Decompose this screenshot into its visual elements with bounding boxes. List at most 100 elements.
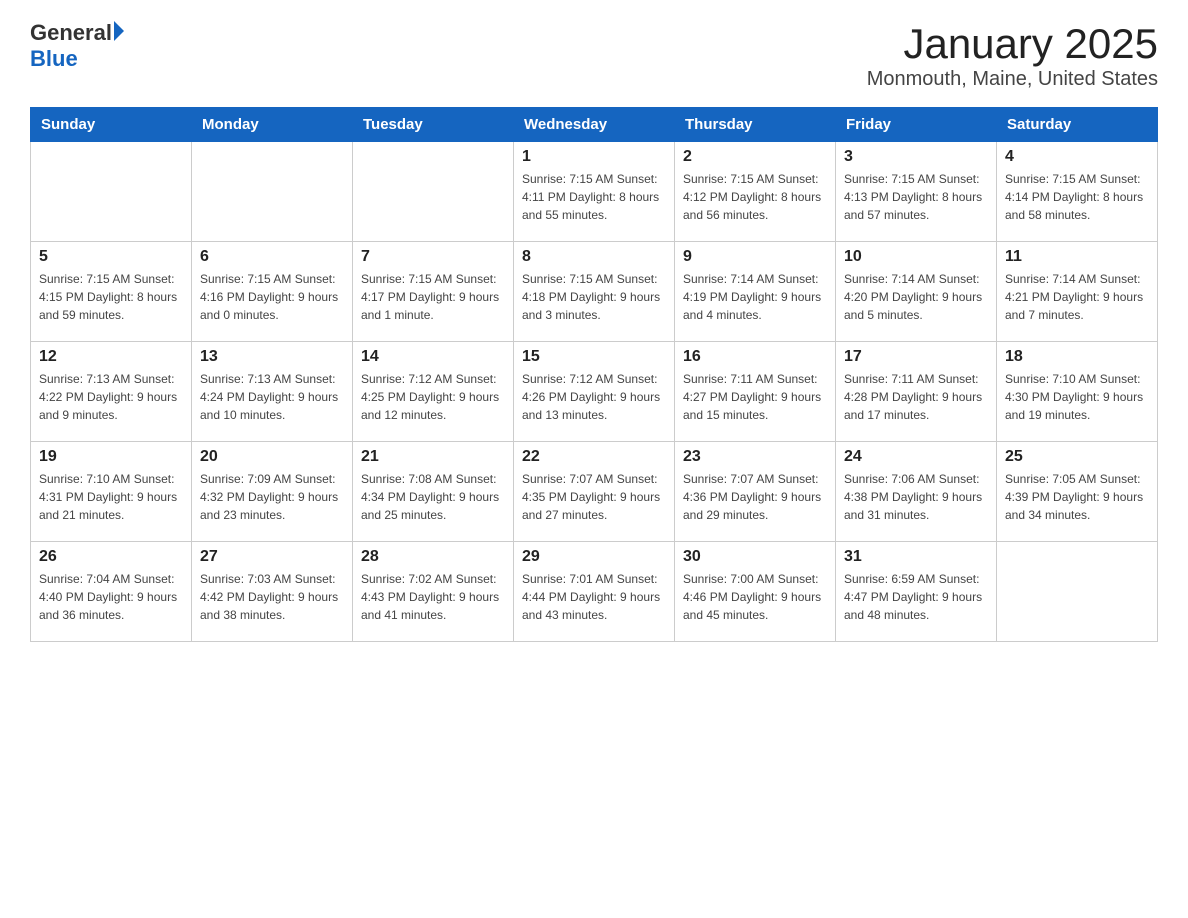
day-number: 25 bbox=[1005, 448, 1149, 466]
day-info: Sunrise: 7:14 AM Sunset: 4:21 PM Dayligh… bbox=[1005, 270, 1149, 324]
day-info: Sunrise: 7:04 AM Sunset: 4:40 PM Dayligh… bbox=[39, 570, 183, 624]
calendar-cell bbox=[31, 142, 192, 242]
day-number: 4 bbox=[1005, 148, 1149, 166]
calendar-cell: 17 Sunrise: 7:11 AM Sunset: 4:28 PM Dayli… bbox=[836, 342, 997, 442]
day-info: Sunrise: 7:01 AM Sunset: 4:44 PM Dayligh… bbox=[522, 570, 666, 624]
calendar-cell: 4 Sunrise: 7:15 AM Sunset: 4:14 PM Daylig… bbox=[997, 142, 1158, 242]
day-info: Sunrise: 7:07 AM Sunset: 4:35 PM Dayligh… bbox=[522, 470, 666, 524]
day-info: Sunrise: 7:15 AM Sunset: 4:15 PM Dayligh… bbox=[39, 270, 183, 324]
logo: General Blue bbox=[30, 20, 124, 72]
logo-arrow-icon bbox=[114, 21, 124, 41]
calendar-cell: 9 Sunrise: 7:14 AM Sunset: 4:19 PM Daylig… bbox=[675, 242, 836, 342]
calendar-cell: 22 Sunrise: 7:07 AM Sunset: 4:35 PM Dayli… bbox=[514, 442, 675, 542]
day-info: Sunrise: 7:05 AM Sunset: 4:39 PM Dayligh… bbox=[1005, 470, 1149, 524]
day-info: Sunrise: 7:15 AM Sunset: 4:16 PM Dayligh… bbox=[200, 270, 344, 324]
calendar-cell: 16Sunrise: 7:11 AM Sunset: 4:27 PM Dayli… bbox=[675, 342, 836, 442]
calendar-cell: 29 Sunrise: 7:01 AM Sunset: 4:44 PM Dayli… bbox=[514, 542, 675, 642]
calendar-cell: 15 Sunrise: 7:12 AM Sunset: 4:26 PM Dayli… bbox=[514, 342, 675, 442]
day-info: Sunrise: 6:59 AM Sunset: 4:47 PM Dayligh… bbox=[844, 570, 988, 624]
day-number: 5 bbox=[39, 248, 183, 266]
calendar-cell: 23 Sunrise: 7:07 AM Sunset: 4:36 PM Dayli… bbox=[675, 442, 836, 542]
day-info: Sunrise: 7:14 AM Sunset: 4:19 PM Dayligh… bbox=[683, 270, 827, 324]
page-header: General Blue January 2025 Monmouth, Main… bbox=[30, 20, 1158, 91]
calendar-cell: 18Sunrise: 7:10 AM Sunset: 4:30 PM Dayli… bbox=[997, 342, 1158, 442]
day-info: Sunrise: 7:00 AM Sunset: 4:46 PM Dayligh… bbox=[683, 570, 827, 624]
day-number: 26 bbox=[39, 548, 183, 566]
day-info: Sunrise: 7:13 AM Sunset: 4:22 PM Dayligh… bbox=[39, 370, 183, 424]
calendar-subtitle: Monmouth, Maine, United States bbox=[867, 68, 1158, 91]
day-info: Sunrise: 7:15 AM Sunset: 4:17 PM Dayligh… bbox=[361, 270, 505, 324]
day-number: 11 bbox=[1005, 248, 1149, 266]
calendar-cell: 10 Sunrise: 7:14 AM Sunset: 4:20 PM Dayli… bbox=[836, 242, 997, 342]
day-info: Sunrise: 7:06 AM Sunset: 4:38 PM Dayligh… bbox=[844, 470, 988, 524]
header-monday: Monday bbox=[192, 108, 353, 142]
calendar-cell bbox=[353, 142, 514, 242]
calendar-cell bbox=[192, 142, 353, 242]
calendar-cell: 21Sunrise: 7:08 AM Sunset: 4:34 PM Dayli… bbox=[353, 442, 514, 542]
calendar-cell: 20Sunrise: 7:09 AM Sunset: 4:32 PM Dayli… bbox=[192, 442, 353, 542]
calendar-cell: 30Sunrise: 7:00 AM Sunset: 4:46 PM Dayli… bbox=[675, 542, 836, 642]
calendar-cell: 31Sunrise: 6:59 AM Sunset: 4:47 PM Dayli… bbox=[836, 542, 997, 642]
calendar-cell: 8 Sunrise: 7:15 AM Sunset: 4:18 PM Daylig… bbox=[514, 242, 675, 342]
calendar-table: SundayMondayTuesdayWednesdayThursdayFrid… bbox=[30, 107, 1158, 642]
day-number: 10 bbox=[844, 248, 988, 266]
day-info: Sunrise: 7:11 AM Sunset: 4:28 PM Dayligh… bbox=[844, 370, 988, 424]
calendar-cell: 5 Sunrise: 7:15 AM Sunset: 4:15 PM Daylig… bbox=[31, 242, 192, 342]
day-number: 23 bbox=[683, 448, 827, 466]
calendar-cell: 13 Sunrise: 7:13 AM Sunset: 4:24 PM Dayli… bbox=[192, 342, 353, 442]
day-number: 27 bbox=[200, 548, 344, 566]
logo-general-text: General bbox=[30, 20, 112, 46]
day-number: 28 bbox=[361, 548, 505, 566]
header-saturday: Saturday bbox=[997, 108, 1158, 142]
day-number: 1 bbox=[522, 148, 666, 166]
day-info: Sunrise: 7:07 AM Sunset: 4:36 PM Dayligh… bbox=[683, 470, 827, 524]
calendar-cell: 3 Sunrise: 7:15 AM Sunset: 4:13 PM Daylig… bbox=[836, 142, 997, 242]
calendar-cell: 28 Sunrise: 7:02 AM Sunset: 4:43 PM Dayli… bbox=[353, 542, 514, 642]
day-number: 13 bbox=[200, 348, 344, 366]
day-number: 18 bbox=[1005, 348, 1149, 366]
calendar-cell: 7 Sunrise: 7:15 AM Sunset: 4:17 PM Daylig… bbox=[353, 242, 514, 342]
calendar-cell: 25 Sunrise: 7:05 AM Sunset: 4:39 PM Dayli… bbox=[997, 442, 1158, 542]
day-info: Sunrise: 7:03 AM Sunset: 4:42 PM Dayligh… bbox=[200, 570, 344, 624]
day-info: Sunrise: 7:15 AM Sunset: 4:18 PM Dayligh… bbox=[522, 270, 666, 324]
day-info: Sunrise: 7:12 AM Sunset: 4:25 PM Dayligh… bbox=[361, 370, 505, 424]
calendar-cell: 2Sunrise: 7:15 AM Sunset: 4:12 PM Daylig… bbox=[675, 142, 836, 242]
calendar-header-row: SundayMondayTuesdayWednesdayThursdayFrid… bbox=[31, 108, 1158, 142]
calendar-week-row: 19Sunrise: 7:10 AM Sunset: 4:31 PM Dayli… bbox=[31, 442, 1158, 542]
title-area: January 2025 Monmouth, Maine, United Sta… bbox=[867, 20, 1158, 91]
day-number: 9 bbox=[683, 248, 827, 266]
day-info: Sunrise: 7:12 AM Sunset: 4:26 PM Dayligh… bbox=[522, 370, 666, 424]
day-number: 7 bbox=[361, 248, 505, 266]
day-number: 8 bbox=[522, 248, 666, 266]
day-info: Sunrise: 7:15 AM Sunset: 4:12 PM Dayligh… bbox=[683, 170, 827, 224]
day-info: Sunrise: 7:15 AM Sunset: 4:11 PM Dayligh… bbox=[522, 170, 666, 224]
header-sunday: Sunday bbox=[31, 108, 192, 142]
day-number: 15 bbox=[522, 348, 666, 366]
day-number: 12 bbox=[39, 348, 183, 366]
day-info: Sunrise: 7:13 AM Sunset: 4:24 PM Dayligh… bbox=[200, 370, 344, 424]
header-thursday: Thursday bbox=[675, 108, 836, 142]
day-info: Sunrise: 7:14 AM Sunset: 4:20 PM Dayligh… bbox=[844, 270, 988, 324]
calendar-cell: 12 Sunrise: 7:13 AM Sunset: 4:22 PM Dayli… bbox=[31, 342, 192, 442]
day-number: 16 bbox=[683, 348, 827, 366]
calendar-cell bbox=[997, 542, 1158, 642]
day-number: 24 bbox=[844, 448, 988, 466]
day-info: Sunrise: 7:02 AM Sunset: 4:43 PM Dayligh… bbox=[361, 570, 505, 624]
calendar-title: January 2025 bbox=[867, 20, 1158, 68]
day-info: Sunrise: 7:15 AM Sunset: 4:13 PM Dayligh… bbox=[844, 170, 988, 224]
day-number: 3 bbox=[844, 148, 988, 166]
day-info: Sunrise: 7:10 AM Sunset: 4:31 PM Dayligh… bbox=[39, 470, 183, 524]
calendar-cell: 27 Sunrise: 7:03 AM Sunset: 4:42 PM Dayli… bbox=[192, 542, 353, 642]
day-info: Sunrise: 7:15 AM Sunset: 4:14 PM Dayligh… bbox=[1005, 170, 1149, 224]
calendar-cell: 19Sunrise: 7:10 AM Sunset: 4:31 PM Dayli… bbox=[31, 442, 192, 542]
day-number: 17 bbox=[844, 348, 988, 366]
calendar-week-row: 1 Sunrise: 7:15 AM Sunset: 4:11 PM Daylig… bbox=[31, 142, 1158, 242]
day-number: 14 bbox=[361, 348, 505, 366]
day-number: 20 bbox=[200, 448, 344, 466]
calendar-cell: 6Sunrise: 7:15 AM Sunset: 4:16 PM Daylig… bbox=[192, 242, 353, 342]
day-number: 29 bbox=[522, 548, 666, 566]
day-number: 22 bbox=[522, 448, 666, 466]
logo-blue-text: Blue bbox=[30, 46, 124, 72]
calendar-cell: 1 Sunrise: 7:15 AM Sunset: 4:11 PM Daylig… bbox=[514, 142, 675, 242]
calendar-week-row: 12 Sunrise: 7:13 AM Sunset: 4:22 PM Dayli… bbox=[31, 342, 1158, 442]
